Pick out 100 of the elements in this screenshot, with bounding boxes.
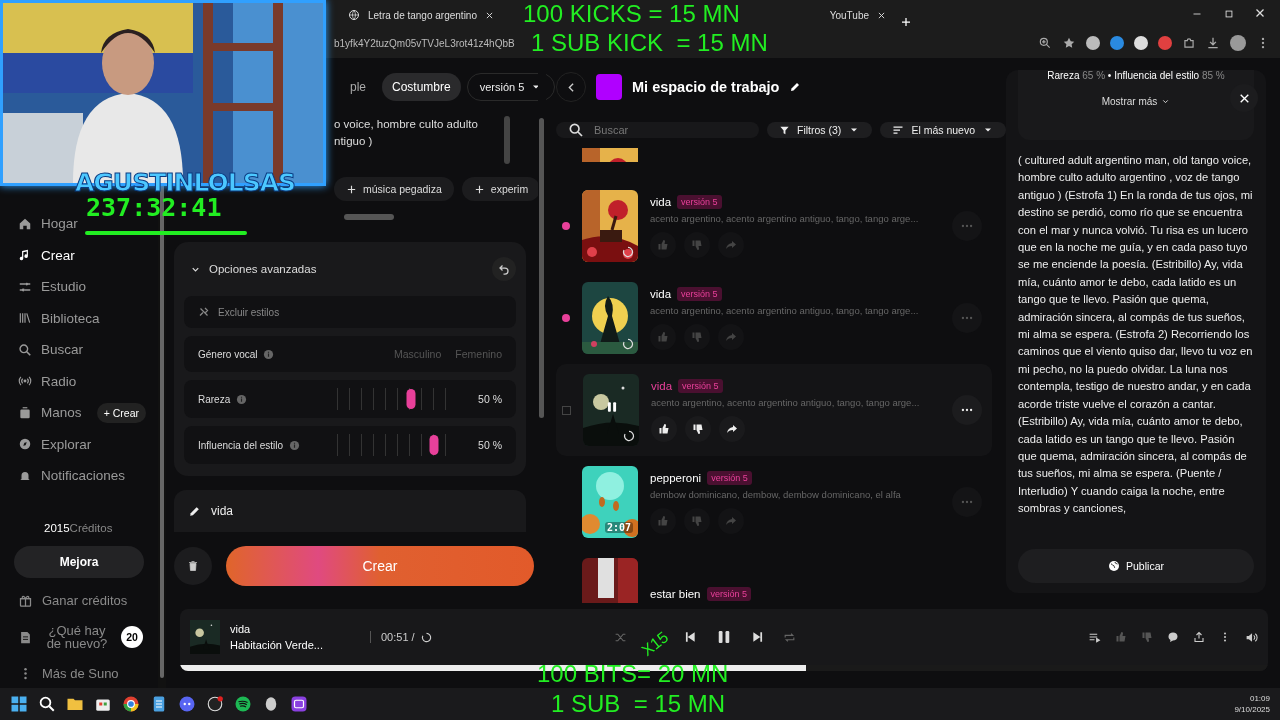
dislike-button[interactable] bbox=[685, 415, 711, 442]
setting-label: Rareza bbox=[198, 393, 231, 405]
search-input[interactable]: Buscar bbox=[592, 123, 716, 137]
plus-icon bbox=[473, 183, 485, 195]
extension-icon[interactable] bbox=[1134, 36, 1148, 50]
slider-thumb[interactable] bbox=[406, 389, 415, 409]
song-title[interactable]: vida bbox=[650, 287, 672, 300]
close-icon[interactable] bbox=[1254, 7, 1266, 19]
publish-button[interactable]: Publicar bbox=[1018, 549, 1254, 583]
track-artist[interactable]: Habitación Verde... bbox=[230, 639, 350, 651]
download-icon[interactable] bbox=[1206, 36, 1220, 50]
trash-icon bbox=[187, 560, 199, 572]
next-icon[interactable] bbox=[750, 630, 765, 644]
nav-item[interactable]: Crear bbox=[18, 239, 146, 271]
nav-item[interactable]: Manos + Crear bbox=[18, 397, 146, 429]
row-checkbox[interactable] bbox=[562, 405, 571, 415]
pause-icon[interactable] bbox=[605, 400, 619, 414]
address-url[interactable]: b1yfk4Y2tuzQm05vTVJeL3rot41z4hQbB bbox=[334, 37, 515, 49]
setting-label: Género vocal bbox=[198, 348, 258, 360]
browser-tab[interactable]: Letra de tango argentino bbox=[340, 2, 506, 28]
style-text: ntiguo ) bbox=[334, 134, 374, 149]
song-title[interactable]: vida bbox=[650, 195, 672, 208]
pencil-icon[interactable] bbox=[789, 81, 802, 93]
song-row[interactable]: vida versión 5 acento argentino, acento argentino antiguo, tango, tango arge... bbox=[556, 364, 992, 456]
nav-item[interactable]: Estudio bbox=[18, 271, 146, 303]
sort-icon bbox=[892, 124, 905, 136]
create-button[interactable]: Crear bbox=[226, 546, 534, 586]
app-icon[interactable] bbox=[290, 695, 308, 713]
puzzle-icon[interactable] bbox=[1182, 36, 1196, 50]
nav-item[interactable]: Biblioteca bbox=[18, 302, 146, 334]
close-icon[interactable] bbox=[877, 10, 886, 20]
version-tag: versión 5 bbox=[678, 378, 723, 393]
mode-tab[interactable]: ple bbox=[340, 73, 376, 101]
extension-icon[interactable] bbox=[1086, 36, 1100, 50]
recorder-icon[interactable] bbox=[206, 695, 224, 713]
thumbs-down-icon bbox=[691, 514, 703, 527]
mode-tab[interactable]: Costumbre bbox=[382, 73, 461, 101]
search-icon[interactable] bbox=[38, 695, 56, 713]
overlay-text: 1 SUB KICK = 15 MN bbox=[531, 31, 768, 55]
box-icon bbox=[18, 405, 32, 420]
music-app-icon[interactable] bbox=[234, 695, 252, 713]
sort-button[interactable]: El más nuevo bbox=[880, 122, 1006, 138]
nav-item[interactable]: Buscar bbox=[18, 334, 146, 366]
nav-link[interactable]: Más de Suno bbox=[42, 666, 119, 681]
song-title[interactable]: pepperoni bbox=[650, 471, 702, 484]
nav-item[interactable]: Explorar bbox=[18, 428, 146, 460]
share-icon bbox=[725, 238, 737, 251]
plus-icon[interactable] bbox=[900, 16, 912, 28]
close-icon[interactable] bbox=[485, 10, 494, 20]
reset-button[interactable] bbox=[492, 257, 516, 281]
library-icon bbox=[18, 311, 32, 326]
info-icon bbox=[236, 393, 248, 405]
exclude-styles-field[interactable]: Excluir estilos bbox=[184, 296, 516, 328]
search-field[interactable]: Buscar bbox=[556, 122, 759, 138]
browser-icon[interactable] bbox=[122, 695, 140, 713]
upgrade-button[interactable]: Mejora bbox=[14, 545, 144, 578]
nav-link[interactable]: ¿Qué hay de nuevo? bbox=[42, 623, 112, 651]
style-chip[interactable]: música pegadiza bbox=[334, 177, 454, 201]
share-button[interactable] bbox=[719, 415, 745, 442]
song-title[interactable]: vida bbox=[651, 379, 673, 392]
loading-icon bbox=[420, 631, 432, 643]
clock-date[interactable]: 9/10/2025 bbox=[1234, 704, 1270, 715]
song-title[interactable]: estar bien bbox=[650, 588, 701, 600]
start-icon[interactable] bbox=[10, 695, 28, 713]
filter-button[interactable]: Filtros (3) bbox=[767, 122, 873, 138]
star-icon[interactable] bbox=[1062, 36, 1076, 50]
show-more-button[interactable]: Mostrar más bbox=[1095, 95, 1177, 108]
section-title[interactable]: Opciones avanzadas bbox=[209, 263, 317, 275]
clock-time[interactable]: 01:09 bbox=[1234, 693, 1270, 704]
zoom-icon[interactable] bbox=[1038, 36, 1052, 50]
thumbs-up-icon[interactable] bbox=[1115, 630, 1127, 643]
workspace-icon bbox=[596, 74, 622, 100]
delete-button[interactable] bbox=[174, 547, 212, 585]
chat-app-icon[interactable] bbox=[178, 695, 196, 713]
create-button[interactable]: + Crear bbox=[96, 402, 146, 423]
profile-avatar[interactable] bbox=[1230, 35, 1246, 51]
maximize-icon[interactable] bbox=[1222, 7, 1236, 21]
browser-tab[interactable]: YouTube bbox=[758, 2, 894, 28]
track-title[interactable]: vida bbox=[230, 623, 350, 635]
nav-item[interactable]: Notificaciones bbox=[18, 460, 146, 492]
slider-value: 50 % bbox=[477, 439, 502, 451]
version-tag: versión 5 bbox=[706, 587, 752, 601]
repeat-icon[interactable] bbox=[782, 630, 796, 644]
comment-icon[interactable] bbox=[1167, 630, 1179, 643]
song-tags: dembow dominicano, dembow, dembow dominicano, el alfa bbox=[650, 488, 940, 500]
version-tag: versión 5 bbox=[677, 286, 722, 301]
volume-icon[interactable] bbox=[1245, 630, 1258, 644]
thumbs-down-icon[interactable] bbox=[1141, 630, 1153, 643]
style-chip[interactable]: experim bbox=[461, 177, 538, 201]
workspace-title: Mi espacio de trabajo bbox=[632, 79, 780, 95]
nav-link[interactable]: Ganar créditos bbox=[42, 593, 128, 608]
like-button[interactable] bbox=[651, 415, 677, 442]
title-field[interactable]: vida bbox=[174, 490, 526, 532]
thumbs-up-icon bbox=[658, 422, 670, 435]
share-icon[interactable] bbox=[1193, 630, 1205, 643]
slider-thumb[interactable] bbox=[429, 435, 439, 455]
thumbs-up-icon bbox=[657, 514, 669, 527]
playback-time: 00:51 / bbox=[381, 631, 415, 643]
exclude-styles-input[interactable]: Excluir estilos bbox=[218, 300, 502, 324]
nav-item[interactable]: Radio bbox=[18, 365, 146, 397]
